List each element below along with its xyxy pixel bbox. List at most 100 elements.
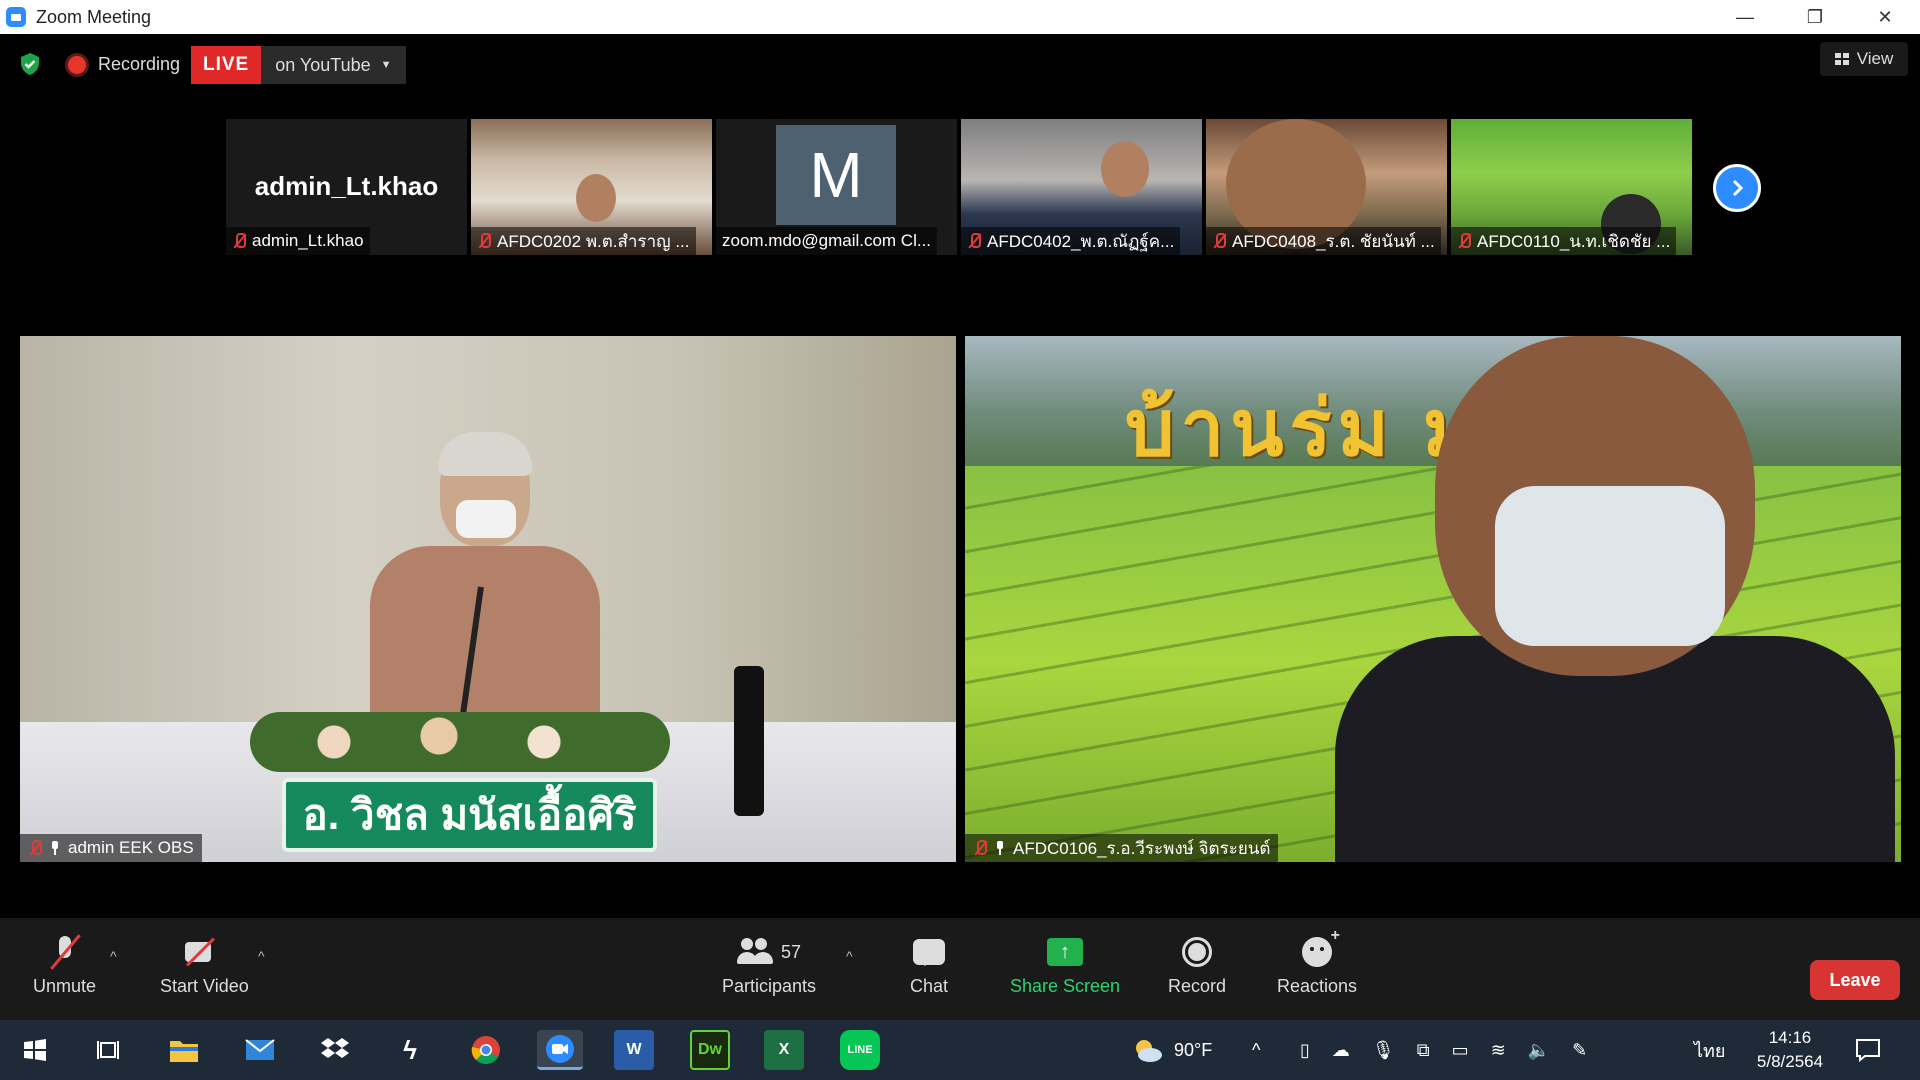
share-screen-label: Share Screen [1010, 976, 1121, 996]
participant-count: 57 [781, 941, 802, 962]
chevron-right-icon [1732, 179, 1744, 197]
participants-icon [737, 938, 773, 966]
participant-label: AFDC0402_พ.ต.ณัฏฐ์ค... [961, 227, 1181, 255]
mic-muted-icon [973, 840, 987, 856]
app-bolt-icon[interactable]: ϟ [390, 1030, 430, 1070]
participants-label: Participants [722, 976, 817, 996]
unmute-button[interactable]: Unmute [33, 932, 96, 997]
participant-thumbnail[interactable]: AFDC0202 พ.ต.สำราญ ... [471, 119, 712, 255]
participant-thumbnail[interactable]: admin_Lt.khao admin_Lt.khao [226, 119, 467, 255]
file-explorer-icon[interactable] [164, 1030, 204, 1070]
live-destination-dropdown[interactable]: on YouTube ▼ [261, 46, 406, 84]
participant-thumbnail[interactable]: AFDC0110_น.ท.เชิดชัย ... [1451, 119, 1692, 255]
live-badge: LIVE [191, 46, 262, 84]
record-button[interactable]: Record [1168, 932, 1226, 997]
flower-arrangement [250, 712, 670, 772]
screen-share-tray-icon[interactable]: ⧉ [1417, 1040, 1430, 1061]
speaker-nameplate: อ. วิชล มนัสเอื้อศิริ [282, 778, 657, 852]
meeting-toolbar: Unmute ^ Start Video ^ 57 Participants ^… [0, 918, 1920, 1020]
unmute-label: Unmute [33, 976, 97, 996]
participant-name: AFDC0402_พ.ต.ณัฏฐ์ค... [987, 231, 1175, 251]
leave-button[interactable]: Leave [1810, 960, 1900, 1000]
line-app-icon[interactable]: LINE [840, 1030, 880, 1070]
record-label: Record [1168, 976, 1227, 996]
reactions-label: Reactions [1277, 976, 1358, 996]
mic-muted-icon [1212, 233, 1226, 249]
word-icon[interactable]: W [614, 1030, 654, 1070]
share-screen-icon: ↑ [1047, 938, 1084, 966]
mic-muted-icon [967, 233, 981, 249]
restore-button[interactable]: ❐ [1780, 0, 1850, 34]
mail-icon[interactable] [240, 1030, 280, 1070]
reactions-button[interactable]: Reactions [1277, 927, 1358, 997]
device-icon[interactable]: ▯ [1300, 1040, 1310, 1061]
view-button[interactable]: View [1820, 42, 1908, 76]
participant-name: admin_Lt.khao [252, 231, 364, 250]
chat-label: Chat [910, 976, 949, 996]
microphone-icon[interactable]: 🎙 [1372, 1040, 1395, 1061]
video-label: AFDC0106_ร.อ.วีระพงษ์ จิตระยนต์ [965, 834, 1279, 862]
participant-name-display: admin_Lt.khao [254, 171, 439, 201]
view-label: View [1856, 49, 1894, 68]
task-view-icon[interactable] [88, 1030, 128, 1070]
system-clock[interactable]: 14:16 5/8/2564 [1740, 1026, 1840, 1074]
meeting-area: Recording LIVE on YouTube ▼ View admin_L… [0, 34, 1920, 1020]
pen-icon[interactable]: ✎ [1572, 1040, 1587, 1061]
excel-icon[interactable]: X [764, 1030, 804, 1070]
participant-video [1101, 141, 1149, 197]
window-controls: — ❐ ✕ [1710, 0, 1920, 34]
main-video-right[interactable]: บ้านร่ม มนา AFDC0106_ร.อ.วีระพงษ์ จิตระย… [965, 336, 1901, 862]
participant-name: zoom.mdo@gmail.com Cl... [722, 231, 932, 250]
video-participant-name: AFDC0106_ร.อ.วีระพงษ์ จิตระยนต์ [1013, 838, 1271, 858]
dropbox-icon[interactable] [315, 1030, 355, 1070]
weather-temperature: 90°F [1174, 1039, 1213, 1060]
chat-icon [913, 939, 946, 966]
zoom-app-icon [6, 7, 26, 27]
share-screen-button[interactable]: ↑ Share Screen [1010, 932, 1120, 997]
show-hidden-icons-caret[interactable]: ^ [1252, 1020, 1260, 1080]
participant-label: zoom.mdo@gmail.com Cl... [716, 227, 938, 255]
chrome-icon[interactable] [466, 1030, 506, 1070]
mic-muted-icon [1457, 233, 1471, 249]
participants-button[interactable]: 57 Participants [722, 932, 816, 997]
participant-thumbnail[interactable]: AFDC0408_ร.ต. ชัยนันท์ ... [1206, 119, 1447, 255]
participant-label: AFDC0202 พ.ต.สำราญ ... [471, 227, 696, 255]
next-page-button[interactable] [1713, 164, 1761, 212]
bottle [734, 666, 764, 816]
input-language-indicator[interactable]: ไทย [1694, 1020, 1725, 1080]
mic-muted-icon [28, 840, 42, 856]
windows-start-icon[interactable] [15, 1030, 55, 1070]
volume-icon[interactable]: 🔈 [1528, 1040, 1550, 1061]
live-stream-indicator[interactable]: LIVE on YouTube ▼ [191, 46, 406, 84]
record-icon [1182, 937, 1213, 967]
shield-icon[interactable] [18, 52, 42, 76]
recording-label: Recording [98, 54, 181, 74]
title-bar: Zoom Meeting — ❐ ✕ [0, 0, 1920, 34]
close-button[interactable]: ✕ [1850, 0, 1920, 34]
minimize-button[interactable]: — [1710, 0, 1780, 34]
mic-muted-icon [232, 233, 246, 249]
window-title: Zoom Meeting [36, 6, 152, 27]
chat-button[interactable]: Chat [910, 932, 948, 997]
wifi-icon[interactable]: ≋ [1491, 1040, 1506, 1061]
participant-video [576, 174, 616, 222]
microphone-muted-icon [50, 934, 80, 970]
participants-options-caret-icon[interactable]: ^ [846, 948, 853, 964]
battery-icon[interactable]: ▭ [1452, 1040, 1469, 1061]
participant-thumbnail[interactable]: AFDC0402_พ.ต.ณัฏฐ์ค... [961, 119, 1202, 255]
pin-icon [50, 841, 60, 855]
start-video-label: Start Video [160, 976, 249, 996]
zoom-taskbar-icon[interactable] [537, 1030, 583, 1070]
clock-date: 5/8/2564 [1756, 1052, 1824, 1071]
clock-time: 14:16 [1768, 1028, 1812, 1047]
video-options-caret-icon[interactable]: ^ [258, 948, 265, 964]
weather-widget[interactable]: 90°F [1132, 1020, 1212, 1080]
participant-thumbnail[interactable]: M zoom.mdo@gmail.com Cl... [716, 119, 957, 255]
dreamweaver-icon[interactable]: Dw [690, 1030, 730, 1070]
audio-options-caret-icon[interactable]: ^ [110, 948, 117, 964]
main-video-left[interactable]: อ. วิชล มนัสเอื้อศิริ admin EEK OBS [20, 336, 956, 862]
notifications-icon[interactable] [1855, 1020, 1881, 1080]
video-participant-name: admin EEK OBS [68, 838, 194, 857]
start-video-button[interactable]: Start Video [160, 932, 249, 997]
onedrive-cloud-icon[interactable]: ☁ [1332, 1040, 1350, 1061]
